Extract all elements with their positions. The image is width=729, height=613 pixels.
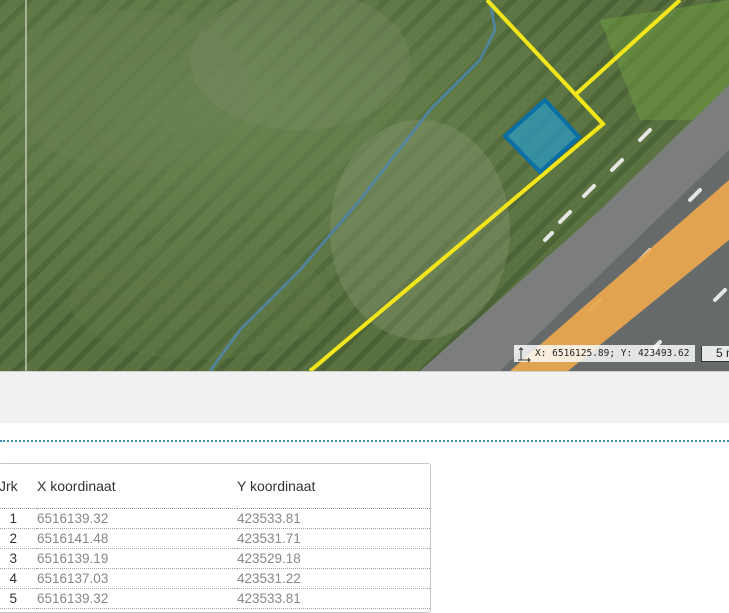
cell-jrk: 3: [0, 548, 37, 569]
table-row[interactable]: 1 6516139.32 423533.81: [0, 508, 430, 529]
cell-y: 423533.81: [237, 508, 430, 529]
cell-y: 423531.71: [237, 528, 430, 549]
cell-y: 423531.22: [237, 568, 430, 589]
panel-toolbar: [0, 371, 729, 423]
header-y-koordinaat: Y koordinaat: [237, 464, 430, 509]
table-row[interactable]: 3 6516139.19 423529.18: [0, 548, 430, 569]
coordinates-table-grid: Jrk X koordinaat Y koordinaat 1 6516139.…: [0, 464, 430, 609]
map-viewport[interactable]: X: 6516125.89; Y: 423493.62 5 m: [0, 0, 729, 371]
cell-x: 6516139.32: [37, 588, 237, 609]
cell-x: 6516141.48: [37, 528, 237, 549]
aerial-imagery: [0, 0, 729, 371]
cell-x: 6516139.32: [37, 508, 237, 529]
coordinate-pin-icon: [516, 346, 532, 362]
cell-y: 423529.18: [237, 548, 430, 569]
cell-jrk: 1: [0, 508, 37, 529]
table-row[interactable]: 2 6516141.48 423531.71: [0, 528, 430, 549]
table-row[interactable]: 4 6516137.03 423531.22: [0, 568, 430, 589]
section-divider: [0, 440, 729, 442]
coordinate-text: X: 6516125.89; Y: 423493.62: [535, 348, 690, 359]
scale-label: 5 m: [716, 346, 729, 360]
table-header-row: Jrk X koordinaat Y koordinaat: [0, 464, 430, 509]
cell-x: 6516139.19: [37, 548, 237, 569]
coordinate-readout: X: 6516125.89; Y: 423493.62: [514, 345, 696, 362]
cell-jrk: 5: [0, 588, 37, 609]
cell-jrk: 4: [0, 568, 37, 589]
cell-jrk: 2: [0, 528, 37, 549]
header-jrk: Jrk: [0, 464, 37, 509]
cell-x: 6516137.03: [37, 568, 237, 589]
scale-bar: 5 m: [701, 346, 729, 362]
coordinates-table: Jrk X koordinaat Y koordinaat 1 6516139.…: [0, 463, 431, 613]
table-row[interactable]: 5 6516139.32 423533.81: [0, 588, 430, 609]
header-x-koordinaat: X koordinaat: [37, 464, 237, 509]
cell-y: 423533.81: [237, 588, 430, 609]
